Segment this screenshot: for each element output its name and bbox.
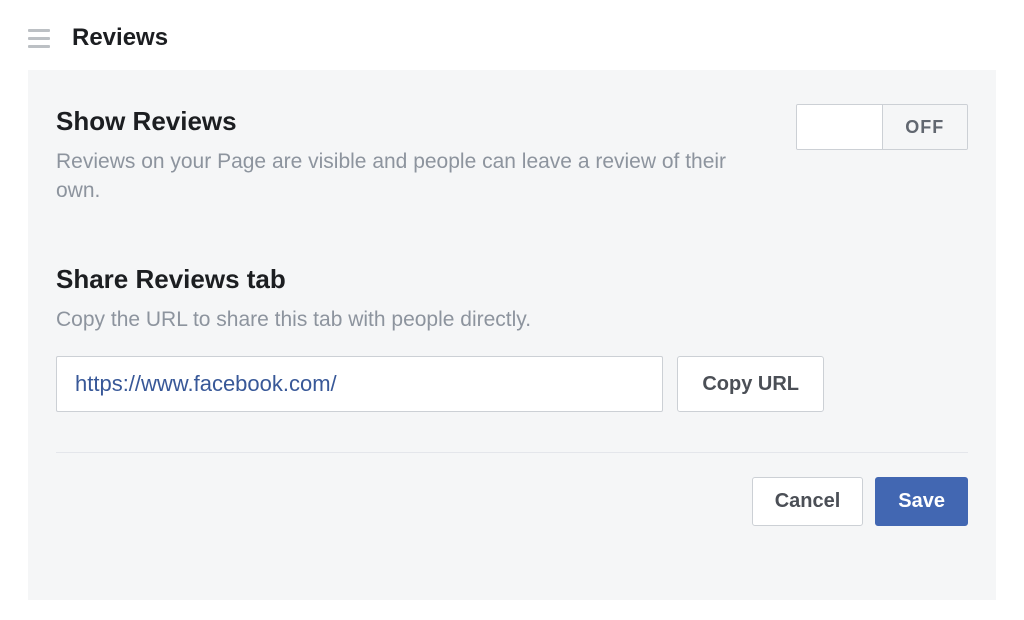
share-reviews-description: Copy the URL to share this tab with peop… [56, 305, 736, 334]
show-reviews-toggle[interactable]: OFF [796, 104, 968, 150]
save-button[interactable]: Save [875, 477, 968, 526]
share-url-input[interactable] [56, 356, 663, 412]
toggle-off-label: OFF [882, 105, 968, 149]
show-reviews-description: Reviews on your Page are visible and peo… [56, 147, 736, 206]
copy-url-button[interactable]: Copy URL [677, 356, 824, 412]
settings-panel: OFF Show Reviews Reviews on your Page ar… [28, 70, 996, 600]
share-reviews-heading: Share Reviews tab [56, 264, 968, 295]
divider [56, 452, 968, 453]
url-row: Copy URL [56, 356, 824, 412]
cancel-button[interactable]: Cancel [752, 477, 864, 526]
share-reviews-section: Share Reviews tab Copy the URL to share … [56, 264, 968, 412]
footer-actions: Cancel Save [56, 477, 968, 526]
toggle-on-slot [797, 105, 882, 149]
page-title: Reviews [72, 24, 168, 52]
page-header: Reviews [0, 0, 1024, 70]
hamburger-icon[interactable] [28, 29, 50, 48]
